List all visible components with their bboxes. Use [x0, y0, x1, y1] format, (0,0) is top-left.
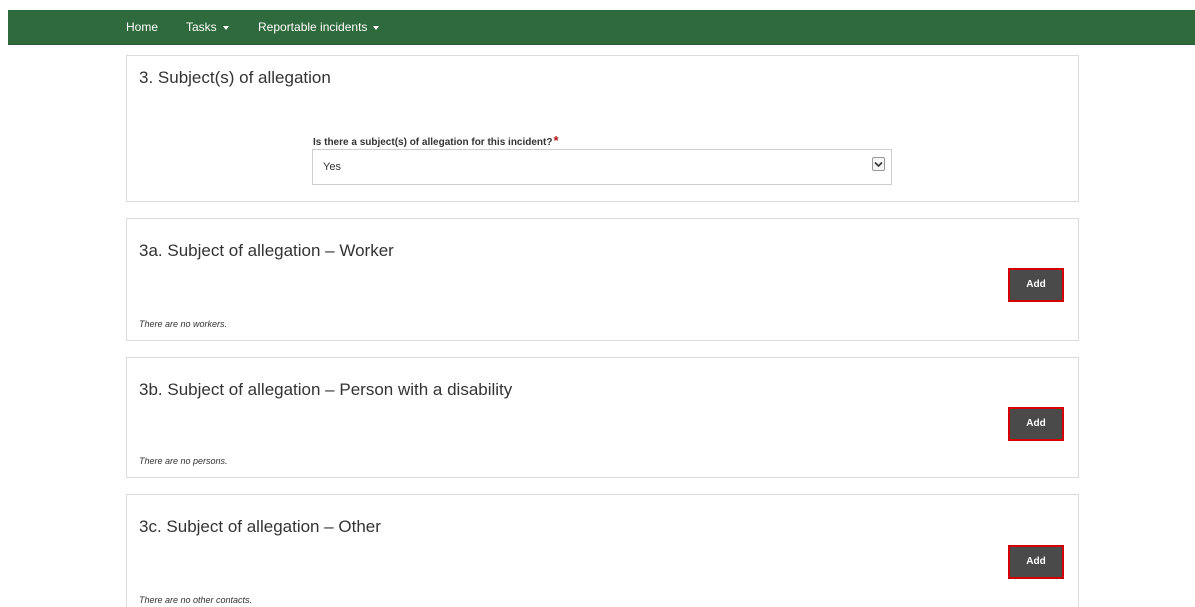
add-person-button[interactable]: Add	[1008, 407, 1064, 441]
caret-down-icon	[373, 25, 380, 30]
section-3-panel: 3. Subject(s) of allegation Is there a s…	[126, 55, 1079, 202]
allegation-question-text: Is there a subject(s) of allegation for …	[313, 137, 553, 148]
required-marker: *	[553, 133, 559, 148]
allegation-question-label: Is there a subject(s) of allegation for …	[313, 133, 559, 148]
allegation-select[interactable]: Yes	[312, 149, 892, 185]
nav-tasks-menu[interactable]: Tasks	[186, 10, 229, 44]
caret-down-icon	[222, 25, 229, 30]
section-3b-panel: 3b. Subject of allegation – Person with …	[126, 357, 1079, 478]
section-3a-title: 3a. Subject of allegation – Worker	[139, 241, 394, 260]
section-3a-panel: 3a. Subject of allegation – Worker Add T…	[126, 218, 1079, 341]
section-3c-panel: 3c. Subject of allegation – Other Add Th…	[126, 494, 1079, 607]
top-navbar: Home Tasks Reportable incidents	[8, 10, 1195, 45]
add-worker-button[interactable]: Add	[1008, 268, 1064, 302]
nav-reportable-incidents-menu[interactable]: Reportable incidents	[258, 10, 380, 44]
section-3-title: 3. Subject(s) of allegation	[139, 68, 331, 87]
section-3c-title: 3c. Subject of allegation – Other	[139, 517, 381, 536]
nav-home-label: Home	[126, 20, 159, 34]
add-other-contact-button[interactable]: Add	[1008, 545, 1064, 579]
nav-reportable-label: Reportable incidents	[258, 20, 368, 34]
nav-tasks-label: Tasks	[186, 20, 217, 34]
allegation-select-value: Yes	[323, 161, 341, 173]
no-other-contacts-text: There are no other contacts.	[139, 595, 253, 605]
nav-home-link[interactable]: Home	[126, 10, 158, 44]
no-persons-text: There are no persons.	[139, 456, 228, 466]
chevron-down-icon[interactable]	[872, 157, 885, 171]
section-3b-title: 3b. Subject of allegation – Person with …	[139, 380, 513, 399]
no-workers-text: There are no workers.	[139, 319, 228, 329]
